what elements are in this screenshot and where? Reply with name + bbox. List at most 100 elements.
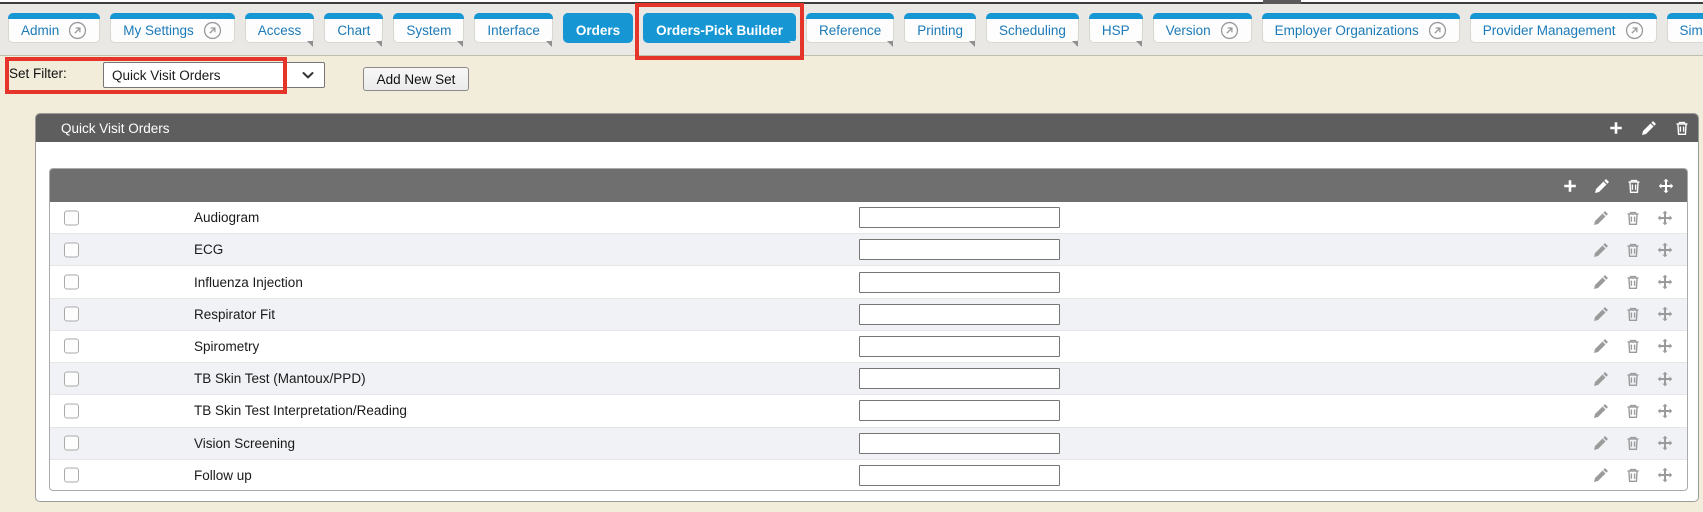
add-new-set-button[interactable]: Add New Set (363, 67, 469, 91)
delete-icon[interactable] (1625, 274, 1641, 290)
edit-icon[interactable] (1593, 435, 1609, 451)
tab-employer-organizations[interactable]: Employer Organizations (1262, 13, 1460, 43)
move-icon[interactable] (1657, 435, 1673, 451)
row-text-input[interactable] (859, 207, 1060, 228)
edit-icon[interactable] (1593, 210, 1609, 226)
row-checkbox[interactable] (64, 436, 79, 451)
move-icon[interactable] (1657, 467, 1673, 483)
row-text-input[interactable] (859, 465, 1060, 486)
tab-orders[interactable]: Orders (563, 13, 633, 43)
edit-icon[interactable] (1593, 338, 1609, 354)
delete-icon[interactable] (1625, 403, 1641, 419)
row-checkbox[interactable] (64, 403, 79, 418)
open-new-window-icon[interactable] (68, 21, 87, 40)
row-checkbox[interactable] (64, 242, 79, 257)
row-label: ECG (194, 242, 223, 257)
row-actions (1593, 371, 1673, 387)
submenu-corner-icon (457, 41, 463, 47)
set-filter-dropdown[interactable]: Quick Visit Orders (103, 62, 325, 88)
add-icon[interactable] (1608, 120, 1624, 136)
submenu-corner-icon (969, 41, 975, 47)
edit-icon[interactable] (1593, 274, 1609, 290)
edit-icon[interactable] (1593, 403, 1609, 419)
move-icon[interactable] (1658, 178, 1674, 194)
edit-icon[interactable] (1593, 467, 1609, 483)
tab-label: Similar Exposure Groups (SEGs) (1680, 23, 1703, 38)
tab-provider-management[interactable]: Provider Management (1470, 13, 1657, 43)
delete-icon[interactable] (1625, 467, 1641, 483)
open-new-window-icon[interactable] (1220, 21, 1239, 40)
edit-icon[interactable] (1594, 178, 1610, 194)
move-icon[interactable] (1657, 242, 1673, 258)
tab-my-settings[interactable]: My Settings (110, 13, 235, 43)
move-icon[interactable] (1657, 306, 1673, 322)
table-header (50, 169, 1687, 202)
row-checkbox[interactable] (64, 275, 79, 290)
tab-chart[interactable]: Chart (324, 13, 383, 43)
delete-icon[interactable] (1625, 210, 1641, 226)
orders-pick-builder-page: { "tabs": { "items": [ {"label": "Admin"… (0, 0, 1703, 512)
row-checkbox[interactable] (64, 307, 79, 322)
row-checkbox[interactable] (64, 210, 79, 225)
row-text-input[interactable] (859, 304, 1060, 325)
delete-icon[interactable] (1625, 306, 1641, 322)
tab-label: Provider Management (1483, 23, 1616, 38)
row-checkbox[interactable] (64, 468, 79, 483)
tab-interface[interactable]: Interface (474, 13, 553, 43)
move-icon[interactable] (1657, 274, 1673, 290)
tab-orders-pick-builder[interactable]: Orders-Pick Builder (643, 13, 796, 43)
edit-icon[interactable] (1593, 306, 1609, 322)
panel-header: Quick Visit Orders (36, 114, 1698, 142)
tab-system[interactable]: System (393, 13, 464, 43)
tab-hsp[interactable]: HSP (1089, 13, 1143, 43)
row-text-input[interactable] (859, 400, 1060, 421)
delete-icon[interactable] (1674, 120, 1690, 136)
row-text-input[interactable] (859, 336, 1060, 357)
open-new-window-icon[interactable] (1428, 21, 1447, 40)
move-icon[interactable] (1657, 371, 1673, 387)
row-actions (1593, 306, 1673, 322)
row-text-input[interactable] (859, 239, 1060, 260)
tab-bar: Admin My Settings Access Chart System In… (0, 4, 1703, 43)
add-icon[interactable] (1562, 178, 1578, 194)
delete-icon[interactable] (1625, 242, 1641, 258)
move-icon[interactable] (1657, 210, 1673, 226)
table-row: Spirometry (50, 330, 1687, 362)
delete-icon[interactable] (1625, 371, 1641, 387)
table-row: Influenza Injection (50, 265, 1687, 297)
tab-access[interactable]: Access (245, 13, 315, 43)
row-checkbox[interactable] (64, 339, 79, 354)
row-text-input[interactable] (859, 368, 1060, 389)
tab-label: Orders-Pick Builder (656, 23, 783, 38)
table-row: ECG (50, 233, 1687, 265)
table-row: TB Skin Test Interpretation/Reading (50, 394, 1687, 426)
edit-icon[interactable] (1593, 242, 1609, 258)
move-icon[interactable] (1657, 338, 1673, 354)
row-actions (1593, 435, 1673, 451)
open-new-window-icon[interactable] (203, 21, 222, 40)
tab-similar-exposure-groups[interactable]: Similar Exposure Groups (SEGs) (1667, 13, 1703, 43)
tab-printing[interactable]: Printing (904, 13, 976, 43)
table-row: TB Skin Test (Mantoux/PPD) (50, 362, 1687, 394)
tab-version[interactable]: Version (1153, 13, 1252, 43)
delete-icon[interactable] (1626, 178, 1642, 194)
row-label: Spirometry (194, 339, 259, 354)
tab-admin[interactable]: Admin (8, 13, 100, 43)
delete-icon[interactable] (1625, 435, 1641, 451)
tab-label: Chart (337, 23, 370, 38)
tab-reference[interactable]: Reference (806, 13, 894, 43)
move-icon[interactable] (1657, 403, 1673, 419)
edit-icon[interactable] (1641, 120, 1657, 136)
delete-icon[interactable] (1625, 338, 1641, 354)
row-text-input[interactable] (859, 433, 1060, 454)
set-filter-label: Set Filter: (9, 66, 67, 81)
row-actions (1593, 274, 1673, 290)
quick-visit-orders-panel: Quick Visit Orders Audiogram (35, 113, 1699, 502)
tab-scheduling[interactable]: Scheduling (986, 13, 1079, 43)
edit-icon[interactable] (1593, 371, 1609, 387)
row-label: Vision Screening (194, 436, 295, 451)
submenu-corner-icon (376, 41, 382, 47)
row-checkbox[interactable] (64, 371, 79, 386)
open-new-window-icon[interactable] (1625, 21, 1644, 40)
row-text-input[interactable] (859, 272, 1060, 293)
